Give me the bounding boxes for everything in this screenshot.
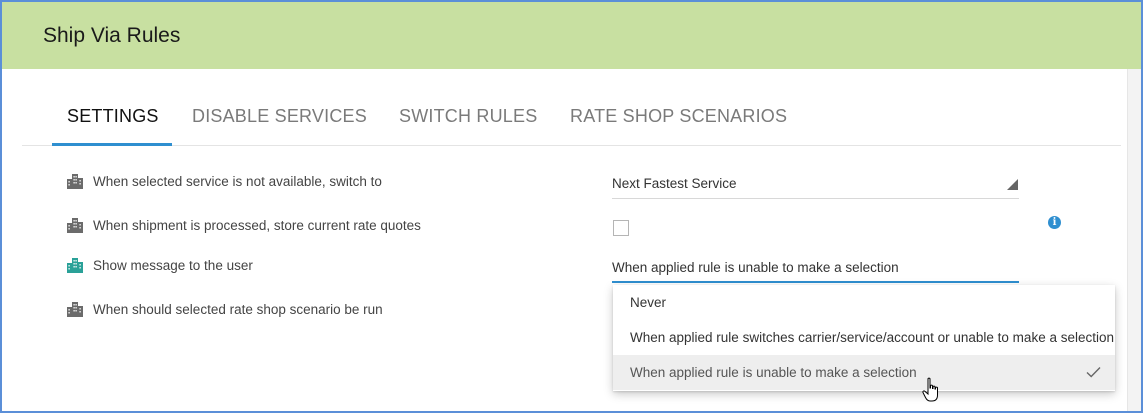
tab-switch-rules[interactable]: SWITCH RULES	[399, 106, 537, 127]
hand-cursor-icon	[922, 377, 938, 402]
setting-label: Show message to the user	[93, 257, 253, 273]
setting-row-store-quotes: When shipment is processed, store curren…	[66, 216, 421, 234]
rate-shop-run-select[interactable]: When applied rule is unable to make a se…	[612, 251, 1019, 283]
rate-shop-run-value: When applied rule is unable to make a se…	[612, 260, 899, 275]
switch-to-select[interactable]: Next Fastest Service	[612, 167, 1019, 199]
option-label: Never	[630, 295, 667, 310]
app-window: Ship Via Rules SETTINGS DISABLE SERVICES…	[0, 0, 1143, 413]
tab-bar: SETTINGS DISABLE SERVICES SWITCH RULES R…	[22, 70, 1121, 146]
option-label: When applied rule switches carrier/servi…	[630, 330, 1114, 345]
setting-label: When should selected rate shop scenario …	[93, 301, 383, 317]
active-tab-indicator	[52, 143, 172, 146]
tab-disable-services[interactable]: DISABLE SERVICES	[192, 106, 367, 127]
option-label: When applied rule is unable to make a se…	[630, 365, 917, 380]
store-quotes-checkbox[interactable]	[613, 220, 629, 236]
dropdown-option-switches-or-unable[interactable]: When applied rule switches carrier/servi…	[613, 320, 1115, 355]
dropdown-caret-icon	[1007, 179, 1018, 190]
setting-label: When shipment is processed, store curren…	[93, 217, 421, 233]
setting-row-rate-shop-run: When should selected rate shop scenario …	[66, 300, 383, 318]
setting-label: When selected service is not available, …	[93, 173, 382, 189]
building-icon	[66, 301, 84, 317]
page-header: Ship Via Rules	[2, 2, 1141, 69]
rate-shop-dropdown-menu: Never When applied rule switches carrier…	[613, 285, 1115, 391]
tab-rate-shop-scenarios[interactable]: RATE SHOP SCENARIOS	[570, 106, 787, 127]
setting-row-show-message: Show message to the user	[66, 256, 253, 274]
building-icon	[66, 217, 84, 233]
dropdown-option-never[interactable]: Never	[613, 285, 1115, 320]
switch-to-value: Next Fastest Service	[612, 176, 737, 191]
setting-row-switch-to: When selected service is not available, …	[66, 172, 382, 190]
dropdown-option-unable[interactable]: When applied rule is unable to make a se…	[613, 355, 1115, 390]
building-icon	[66, 257, 84, 273]
checkmark-icon	[1086, 367, 1101, 378]
tab-settings[interactable]: SETTINGS	[67, 106, 159, 127]
info-icon[interactable]: i	[1048, 216, 1061, 229]
vertical-scrollbar[interactable]	[1127, 69, 1141, 411]
building-icon	[66, 173, 84, 189]
page-title: Ship Via Rules	[43, 24, 181, 47]
